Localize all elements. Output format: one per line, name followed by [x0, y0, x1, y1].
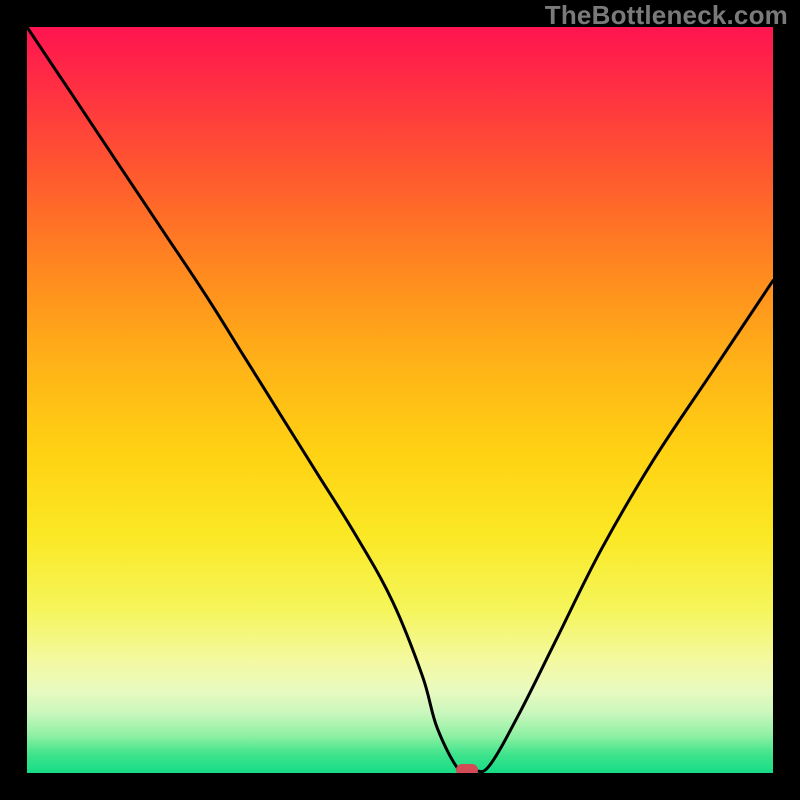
bottleneck-curve: [27, 27, 773, 773]
watermark-text: TheBottleneck.com: [545, 0, 788, 31]
optimal-point-marker: [456, 764, 478, 773]
chart-container: TheBottleneck.com: [0, 0, 800, 800]
plot-area: [27, 27, 773, 773]
